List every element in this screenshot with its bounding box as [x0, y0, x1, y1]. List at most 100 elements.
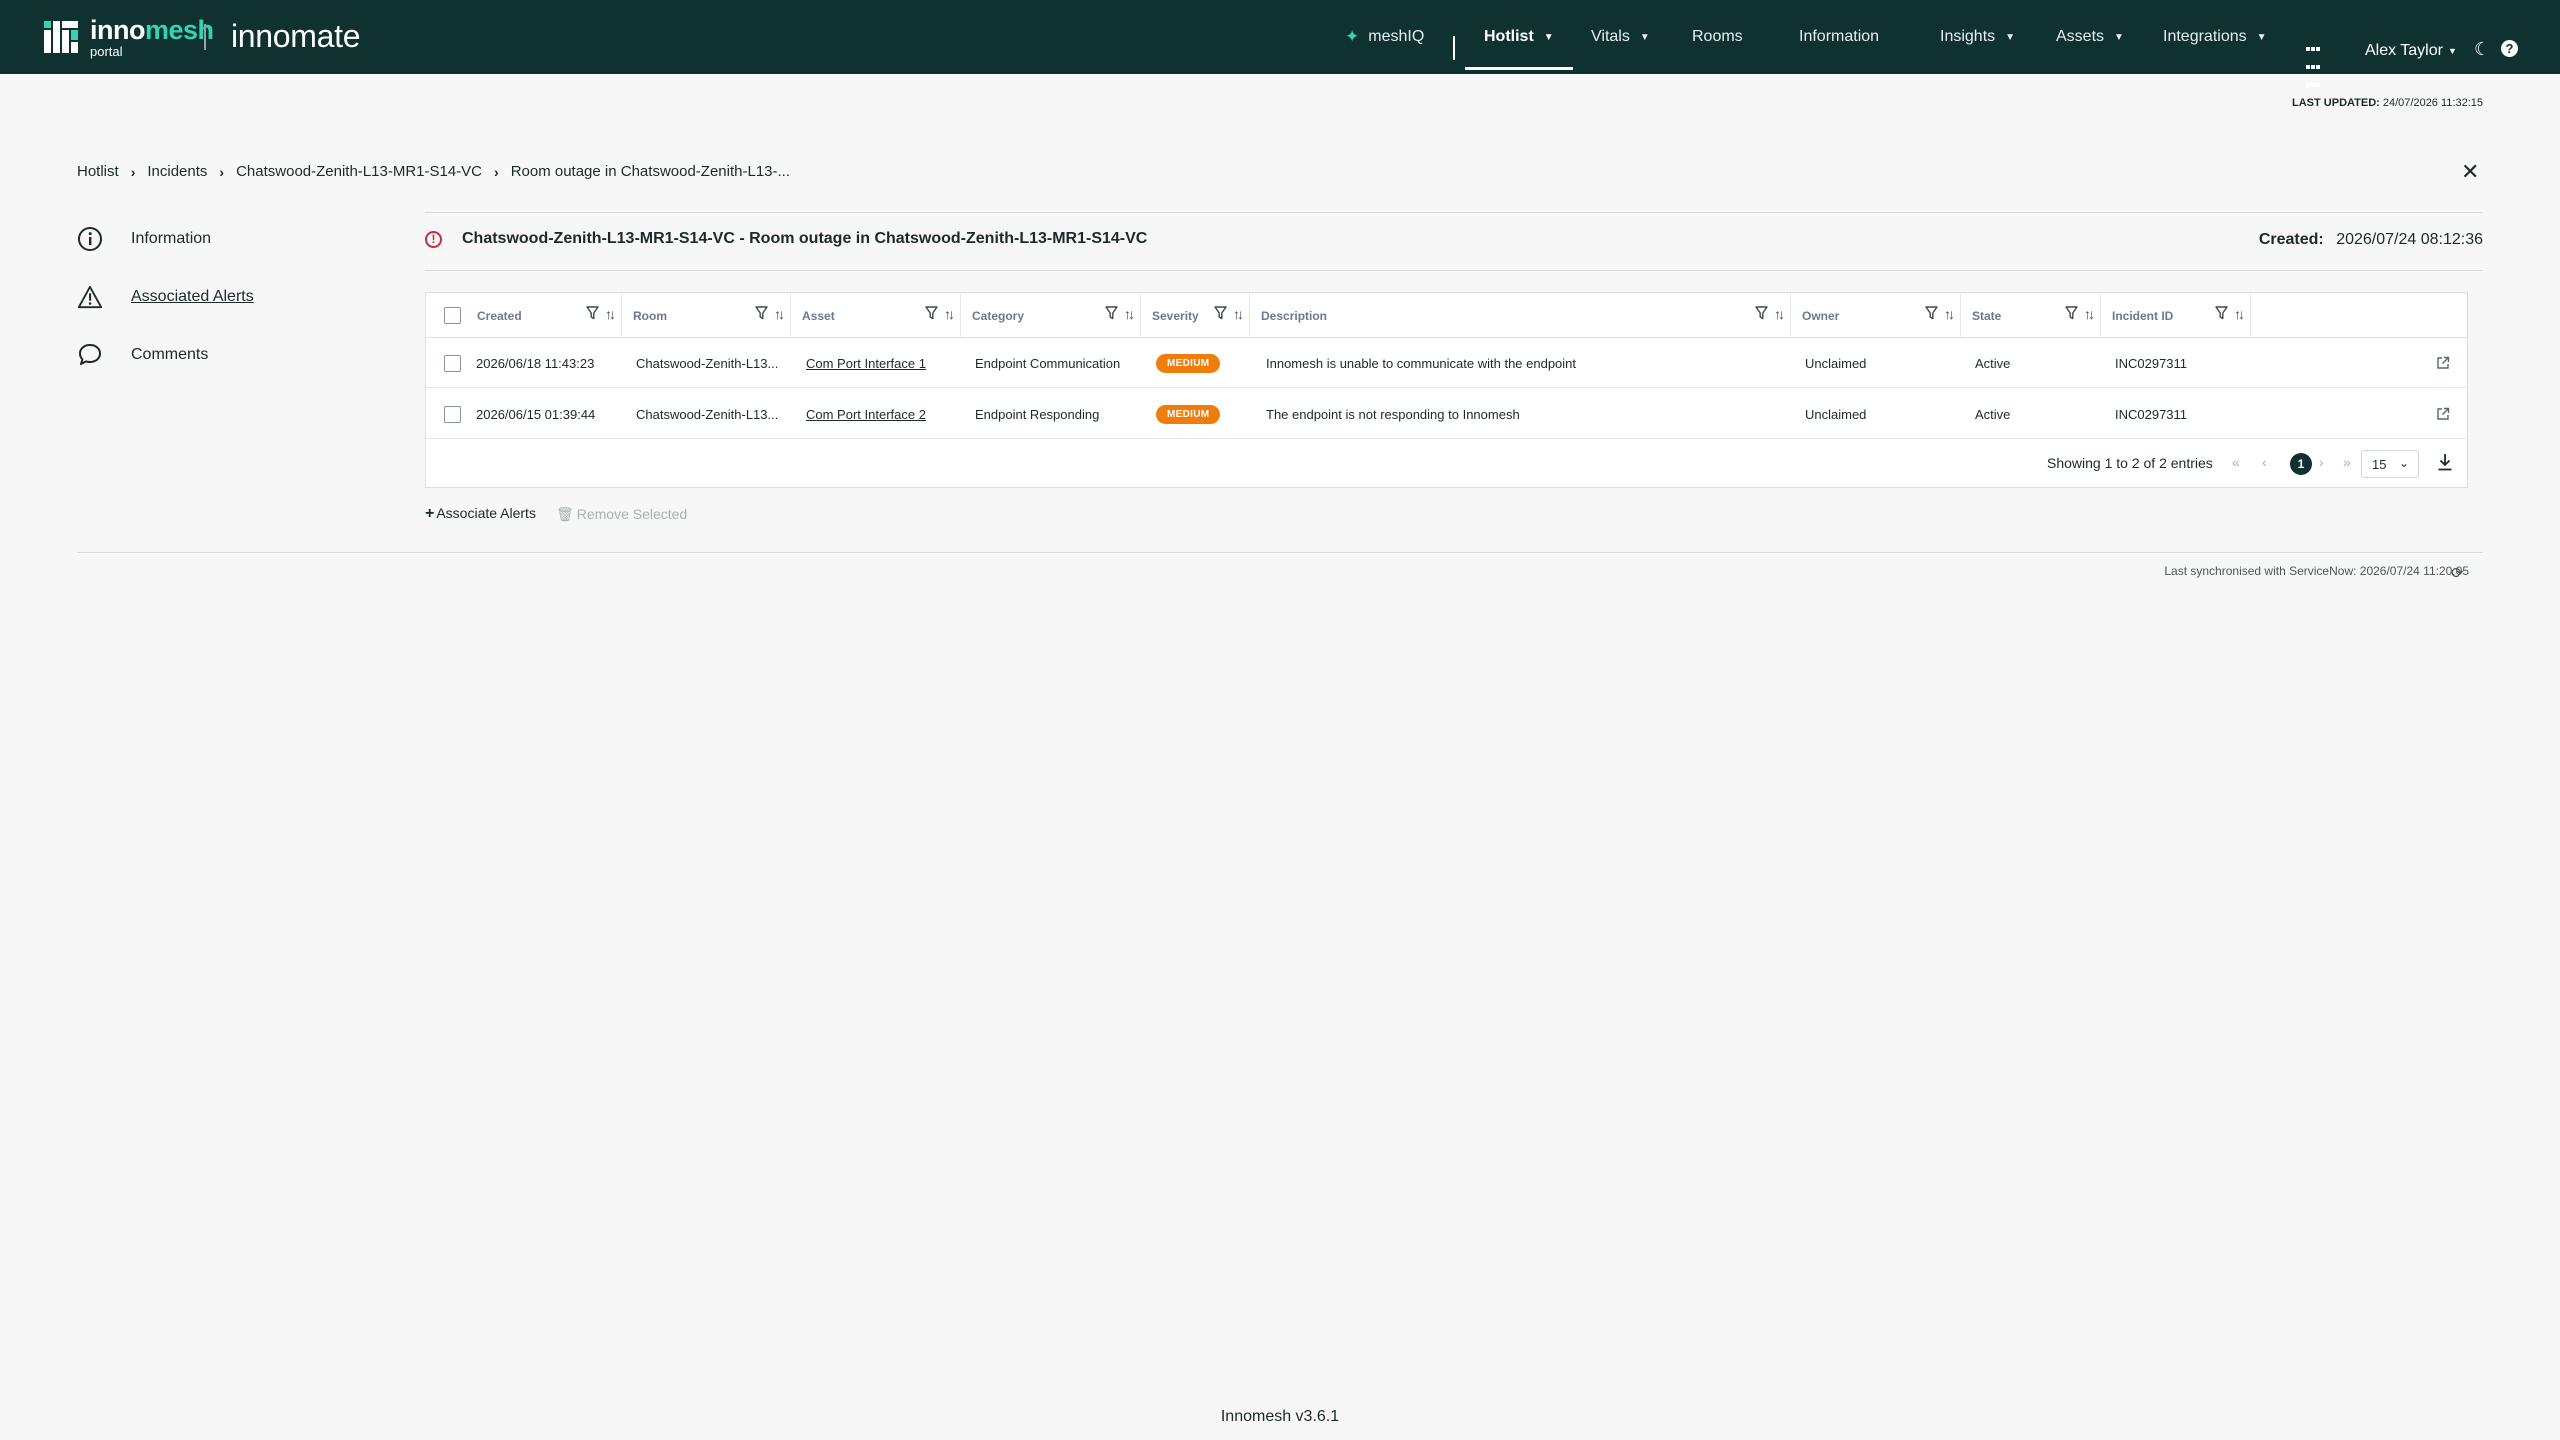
- filter-funnel-icon[interactable]: [2065, 306, 2078, 320]
- nav-information[interactable]: Information: [1799, 0, 1879, 74]
- row-checkbox[interactable]: [444, 405, 461, 423]
- column-owner[interactable]: Owner ↑↓: [1791, 293, 1961, 338]
- breadcrumb-hotlist[interactable]: Hotlist: [77, 163, 119, 180]
- servicenow-sync-status: Last synchronised with ServiceNow: 2026/…: [2164, 564, 2469, 578]
- breadcrumb: Hotlist › Incidents › Chatswood-Zenith-L…: [77, 163, 790, 180]
- cell-description: The endpoint is not responding to Innome…: [1266, 406, 1520, 422]
- side-item-information[interactable]: Information: [77, 226, 211, 252]
- cell-created: 2026/06/15 01:39:44: [476, 406, 596, 422]
- asset-link[interactable]: Com Port Interface 2: [806, 407, 926, 422]
- filter-funnel-icon[interactable]: [925, 306, 938, 320]
- refresh-icon[interactable]: ⟳: [2451, 564, 2464, 582]
- open-external-icon[interactable]: [2436, 338, 2450, 388]
- filter-funnel-icon[interactable]: [1755, 306, 1768, 320]
- severity-badge: MEDIUM: [1156, 404, 1221, 424]
- breadcrumb-incidents[interactable]: Incidents: [147, 163, 207, 180]
- logo-divider: [204, 24, 206, 50]
- cell-created: 2026/06/18 11:43:23: [476, 355, 595, 371]
- nav-hotlist[interactable]: Hotlist ▼: [1465, 0, 1573, 74]
- sort-arrows-icon[interactable]: ↑↓: [1774, 306, 1785, 322]
- filter-funnel-icon[interactable]: [2215, 306, 2228, 320]
- side-item-label: Information: [131, 230, 212, 247]
- table-pagination: Showing 1 to 2 of 2 entries « ‹ 1 › » 15…: [426, 440, 2467, 488]
- side-item-comments[interactable]: Comments: [77, 342, 208, 368]
- associate-alerts-button[interactable]: + Associate Alerts: [425, 505, 536, 523]
- sort-arrows-icon[interactable]: ↑↓: [1233, 306, 1244, 322]
- nav-assets[interactable]: Assets ▼: [2056, 0, 2124, 74]
- side-item-label: Associated Alerts: [131, 288, 254, 305]
- column-state[interactable]: State ↑↓: [1961, 293, 2101, 338]
- sort-arrows-icon[interactable]: ↑↓: [774, 306, 785, 322]
- nav-hotlist-label: Hotlist: [1484, 28, 1534, 45]
- cell-owner: Unclaimed: [1805, 406, 1867, 422]
- column-asset[interactable]: Asset ↑↓: [791, 293, 961, 338]
- close-icon[interactable]: ✕: [2461, 159, 2479, 185]
- cell-incident-id: INC0297311: [2115, 406, 2188, 422]
- filter-funnel-icon[interactable]: [1105, 306, 1118, 320]
- row-checkbox[interactable]: [444, 354, 461, 372]
- first-page-icon[interactable]: «: [2232, 454, 2240, 470]
- top-navigation-bar: innomesh portal innomate ✦ meshIQ Hotlis…: [0, 0, 2560, 87]
- breadcrumb-current: Room outage in Chatswood-Zenith-L13-...: [510, 163, 791, 180]
- page-size-value: 15: [2372, 457, 2387, 472]
- filter-funnel-icon[interactable]: [755, 306, 768, 320]
- sort-arrows-icon[interactable]: ↑↓: [944, 306, 955, 322]
- sort-arrows-icon[interactable]: ↑↓: [2084, 306, 2095, 322]
- download-icon[interactable]: [2437, 453, 2453, 471]
- cell-asset: Com Port Interface 1: [806, 338, 926, 388]
- sort-arrows-icon[interactable]: ↑↓: [1124, 306, 1135, 322]
- asset-link[interactable]: Com Port Interface 1: [806, 356, 926, 371]
- open-external-icon[interactable]: [2436, 389, 2450, 439]
- last-updated: LAST UPDATED: 24/07/2026 11:32:15: [2292, 97, 2483, 109]
- column-created[interactable]: Created ↑↓: [462, 293, 622, 338]
- last-updated-label: LAST UPDATED:: [2292, 97, 2380, 109]
- chevron-right-icon: ›: [130, 163, 136, 180]
- innomesh-logo-mark-icon: [44, 21, 78, 53]
- filter-funnel-icon[interactable]: [1925, 306, 1938, 320]
- help-icon[interactable]: ?: [2501, 40, 2518, 57]
- nav-integrations[interactable]: Integrations ▼: [2163, 0, 2267, 74]
- filter-funnel-icon[interactable]: [1214, 306, 1227, 320]
- previous-page-icon[interactable]: ‹: [2262, 454, 2267, 470]
- select-all-checkbox[interactable]: [444, 307, 461, 324]
- severity-badge: MEDIUM: [1156, 353, 1221, 373]
- sort-arrows-icon[interactable]: ↑↓: [605, 306, 616, 322]
- user-menu[interactable]: Alex Taylor ▼: [2365, 0, 2457, 102]
- innomesh-logo[interactable]: innomesh portal: [44, 16, 214, 58]
- app-grid-icon[interactable]: [2306, 39, 2324, 87]
- cell-category: Endpoint Communication: [975, 355, 1121, 371]
- speech-bubble-icon: [77, 342, 103, 368]
- incident-title: ! Chatswood-Zenith-L13-MR1-S14-VC - Room…: [425, 230, 1147, 248]
- side-item-associated-alerts[interactable]: Associated Alerts: [77, 284, 254, 310]
- column-incident-id[interactable]: Incident ID ↑↓: [2101, 293, 2251, 338]
- error-circle-icon: !: [425, 230, 442, 248]
- nav-meshiq[interactable]: ✦ meshIQ: [1345, 0, 1424, 74]
- sort-arrows-icon[interactable]: ↑↓: [2234, 306, 2245, 322]
- user-name: Alex Taylor: [2365, 42, 2443, 59]
- column-description[interactable]: Description ↑↓: [1250, 293, 1791, 338]
- incident-created: Created: 2026/07/24 08:12:36: [2259, 231, 2483, 249]
- sort-arrows-icon[interactable]: ↑↓: [1944, 306, 1955, 322]
- chevron-right-icon: ›: [219, 163, 225, 180]
- cell-severity: MEDIUM: [1156, 389, 1221, 439]
- column-category[interactable]: Category ↑↓: [961, 293, 1141, 338]
- page-button-current[interactable]: 1: [2290, 453, 2312, 475]
- table-row[interactable]: 2026/06/15 01:39:44 Chatswood-Zenith-L13…: [426, 389, 2467, 439]
- last-page-icon[interactable]: »: [2343, 454, 2351, 470]
- nav-rooms[interactable]: Rooms: [1692, 0, 1743, 74]
- alerts-table: Created ↑↓ Room ↑↓ Asset ↑↓ Category ↑↓ …: [425, 292, 2468, 488]
- filter-funnel-icon[interactable]: [586, 306, 599, 320]
- table-row[interactable]: 2026/06/18 11:43:23 Chatswood-Zenith-L13…: [426, 338, 2467, 388]
- column-room[interactable]: Room ↑↓: [622, 293, 791, 338]
- nav-insights[interactable]: Insights ▼: [1940, 0, 2015, 74]
- page-size-select[interactable]: 15 ⌄: [2361, 450, 2419, 478]
- next-page-icon[interactable]: ›: [2319, 454, 2324, 470]
- column-severity[interactable]: Severity ↑↓: [1141, 293, 1250, 338]
- breadcrumb-room[interactable]: Chatswood-Zenith-L13-MR1-S14-VC: [236, 163, 482, 180]
- nav-integrations-label: Integrations: [2163, 28, 2247, 45]
- dark-mode-moon-icon[interactable]: ☾: [2474, 39, 2490, 60]
- nav-vitals[interactable]: Vitals ▼: [1591, 0, 1650, 74]
- caret-down-icon: ▼: [1639, 31, 1650, 43]
- remove-selected-button[interactable]: 🗑 Remove Selected: [556, 506, 687, 523]
- column-label: Asset: [802, 308, 835, 323]
